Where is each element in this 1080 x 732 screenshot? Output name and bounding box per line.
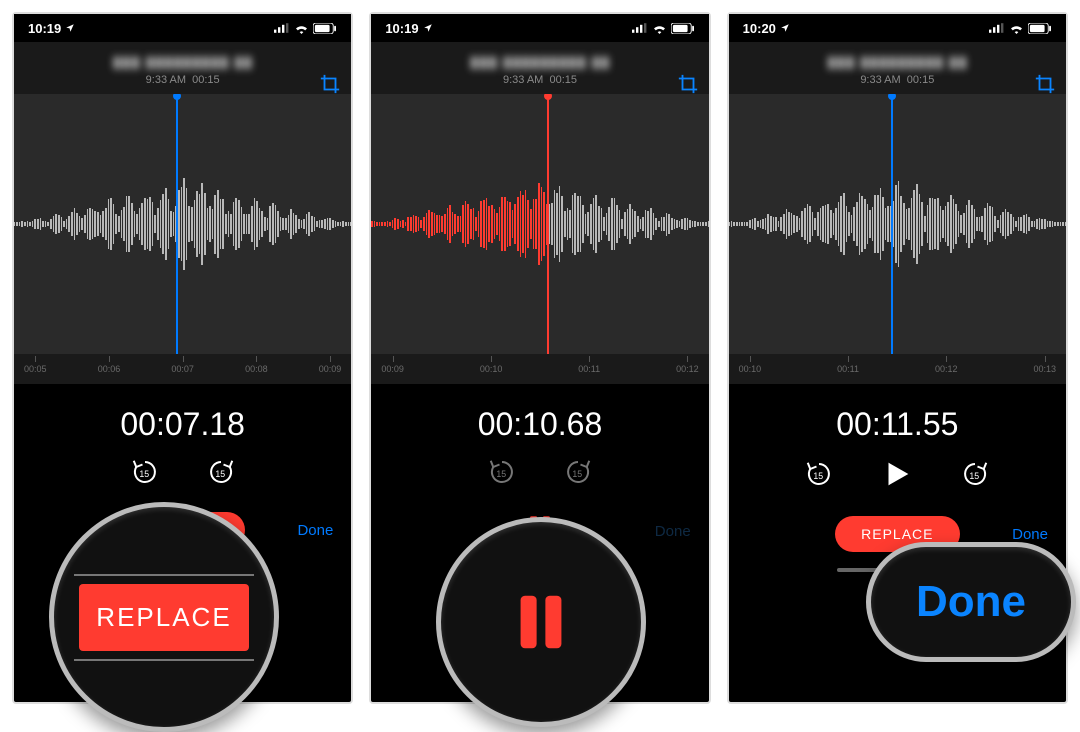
tick-label: 00:11 [837, 364, 859, 374]
svg-text:15: 15 [139, 469, 149, 479]
status-bar: 10:19 [371, 14, 708, 42]
tick-label: 00:12 [676, 364, 699, 374]
transport-controls: 15 15 [371, 453, 708, 500]
status-time: 10:20 [743, 21, 776, 36]
status-bar: 10:20 [729, 14, 1066, 42]
playhead[interactable] [547, 94, 549, 354]
callout-pause [436, 517, 646, 727]
phone-2: 10:19 ▮▮▮ ▮▮▮▮▮▮▮▮▮ ▮▮ 9:33 AM 00:15 00:… [369, 12, 710, 704]
svg-text:15: 15 [496, 469, 506, 479]
playhead[interactable] [176, 94, 178, 354]
skip-fwd-15-icon: 15 [206, 457, 236, 487]
tick-label: 00:09 [319, 364, 342, 374]
location-icon [780, 23, 790, 33]
tick-label: 00:09 [381, 364, 404, 374]
skip-back-15-icon: 15 [804, 459, 834, 489]
status-time: 10:19 [385, 21, 418, 36]
skip-back-button[interactable]: 15 [130, 457, 160, 492]
done-button[interactable]: Done [655, 523, 691, 540]
done-button[interactable]: Done [297, 522, 333, 539]
pause-icon [506, 587, 576, 657]
battery-icon [671, 23, 695, 34]
recording-header: ▮▮▮ ▮▮▮▮▮▮▮▮▮ ▮▮ 9:33 AM 00:15 [14, 42, 351, 94]
waveform-area[interactable] [729, 94, 1066, 354]
tick-label: 00:06 [98, 364, 121, 374]
battery-icon [1028, 23, 1052, 34]
skip-fwd-15-icon: 15 [563, 457, 593, 487]
tick-label: 00:10 [739, 364, 762, 374]
timeline-scrubber[interactable]: 00:05 00:06 00:07 00:08 00:09 [14, 354, 351, 384]
recording-title: ▮▮▮ ▮▮▮▮▮▮▮▮▮ ▮▮ [377, 52, 702, 72]
current-time-display: 00:07.18 [14, 384, 351, 453]
skip-fwd-button[interactable]: 15 [960, 459, 990, 494]
crop-icon [319, 73, 341, 95]
recording-meta: 9:33 AM 00:15 [20, 74, 345, 86]
crop-icon [677, 73, 699, 95]
recording-header: ▮▮▮ ▮▮▮▮▮▮▮▮▮ ▮▮ 9:33 AM 00:15 [729, 42, 1066, 94]
callout-done-label: Done [916, 577, 1026, 627]
battery-icon [313, 23, 337, 34]
signal-icon [274, 23, 290, 33]
status-time: 10:19 [28, 21, 61, 36]
signal-icon [989, 23, 1005, 33]
skip-fwd-button[interactable]: 15 [206, 457, 236, 492]
recording-title: ▮▮▮ ▮▮▮▮▮▮▮▮▮ ▮▮ [735, 52, 1060, 72]
svg-text:15: 15 [814, 471, 824, 481]
skip-back-button[interactable]: 15 [487, 457, 517, 492]
phone-3: 10:20 ▮▮▮ ▮▮▮▮▮▮▮▮▮ ▮▮ 9:33 AM 00:15 00:… [727, 12, 1068, 704]
location-icon [65, 23, 75, 33]
skip-back-button[interactable]: 15 [804, 459, 834, 494]
tick-label: 00:13 [1033, 364, 1056, 374]
current-time-display: 00:10.68 [371, 384, 708, 453]
recording-header: ▮▮▮ ▮▮▮▮▮▮▮▮▮ ▮▮ 9:33 AM 00:15 [371, 42, 708, 94]
skip-back-15-icon: 15 [487, 457, 517, 487]
recording-meta: 9:33 AM 00:15 [377, 74, 702, 86]
location-icon [423, 23, 433, 33]
svg-text:15: 15 [572, 469, 582, 479]
callout-done: Done [866, 542, 1076, 662]
callout-replace-label: REPLACE [79, 584, 249, 651]
recording-meta: 9:33 AM 00:15 [735, 74, 1060, 86]
skip-fwd-15-icon: 15 [960, 459, 990, 489]
transport-controls: 15 15 [14, 453, 351, 500]
timeline-scrubber[interactable]: 00:10 00:11 00:12 00:13 [729, 354, 1066, 384]
waveform [729, 144, 1066, 304]
tick-label: 00:08 [245, 364, 268, 374]
callout-replace: REPLACE [49, 502, 279, 732]
timeline-scrubber[interactable]: 00:09 00:10 00:11 00:12 [371, 354, 708, 384]
skip-back-15-icon: 15 [130, 457, 160, 487]
wifi-icon [1009, 23, 1024, 34]
tick-label: 00:07 [171, 364, 194, 374]
transport-controls: 15 15 [729, 453, 1066, 504]
waveform [14, 144, 351, 304]
recording-title: ▮▮▮ ▮▮▮▮▮▮▮▮▮ ▮▮ [20, 52, 345, 72]
waveform-area[interactable] [14, 94, 351, 354]
tick-label: 00:11 [578, 364, 600, 374]
signal-icon [632, 23, 648, 33]
tick-label: 00:10 [480, 364, 503, 374]
tick-label: 00:05 [24, 364, 47, 374]
svg-text:15: 15 [215, 469, 225, 479]
phone-1: 10:19 ▮▮▮ ▮▮▮▮▮▮▮▮▮ ▮▮ 9:33 AM 00:15 00:… [12, 12, 353, 704]
play-icon [880, 457, 914, 491]
waveform [371, 144, 708, 304]
done-button[interactable]: Done [1012, 526, 1048, 543]
playhead[interactable] [891, 94, 893, 354]
tick-label: 00:12 [935, 364, 958, 374]
waveform-area[interactable] [371, 94, 708, 354]
wifi-icon [294, 23, 309, 34]
wifi-icon [652, 23, 667, 34]
status-bar: 10:19 [14, 14, 351, 42]
current-time-display: 00:11.55 [729, 384, 1066, 453]
svg-text:15: 15 [970, 471, 980, 481]
skip-fwd-button[interactable]: 15 [563, 457, 593, 492]
crop-icon [1034, 73, 1056, 95]
play-button[interactable] [880, 457, 914, 496]
